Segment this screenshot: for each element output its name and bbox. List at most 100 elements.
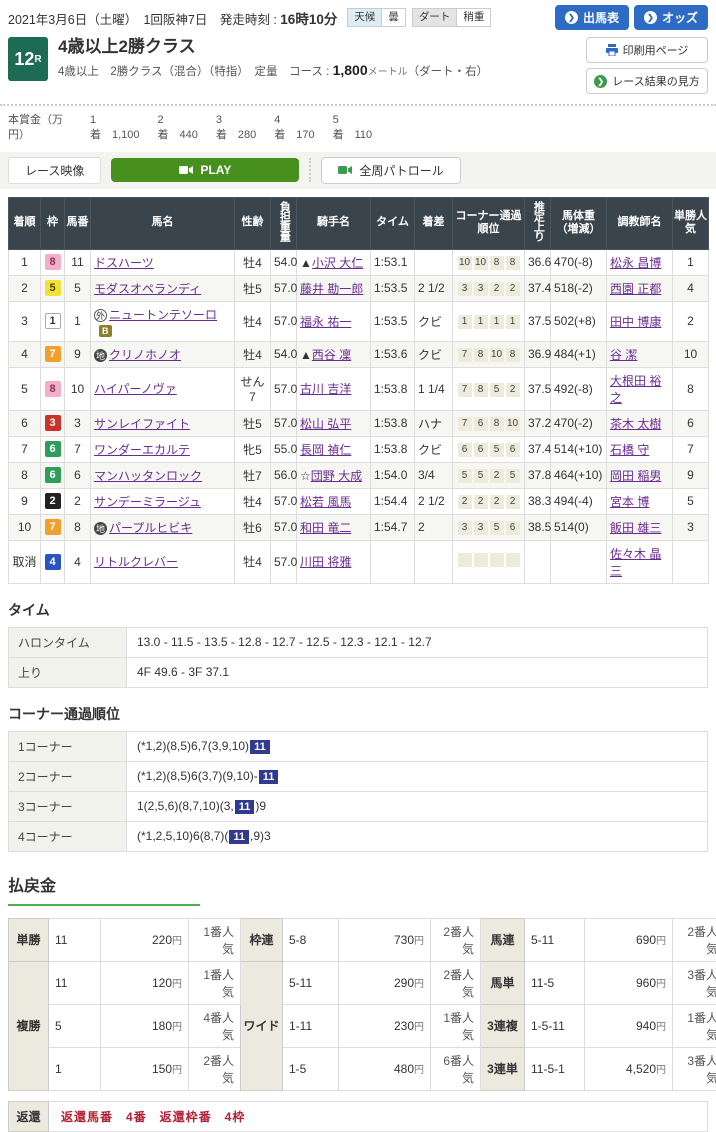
horse-link[interactable]: クリノホノオ xyxy=(109,348,181,362)
track-label: ダート xyxy=(412,8,457,27)
horse-link[interactable]: サンレイファイト xyxy=(94,417,190,431)
result-row: 311外ニュートンテソーロB牡457.0福永 祐一1:53.5クビ111137.… xyxy=(9,301,709,341)
trainer-link[interactable]: 谷 潔 xyxy=(610,348,637,362)
trainer-link[interactable]: 西園 正都 xyxy=(610,282,661,296)
jockey-link[interactable]: 西谷 凜 xyxy=(312,348,351,362)
corner-order-table: 1コーナー (*1,2)(8,5)6,7(3,9,10)11 2コーナー (*1… xyxy=(8,731,708,852)
corner-pass-badge: 2 xyxy=(490,282,504,296)
corner-orders: 101088 xyxy=(453,249,525,275)
horse-link[interactable]: ドスハーツ xyxy=(94,256,154,270)
jockey-link[interactable]: 長岡 禎仁 xyxy=(300,443,351,457)
winner-number-badge: 11 xyxy=(259,770,279,784)
corner-pass-badge: 10 xyxy=(458,256,472,270)
jockey-link[interactable]: 藤井 勘一郎 xyxy=(300,282,363,296)
payout-amount: 230円 xyxy=(339,1004,431,1047)
trainer-cell: 谷 潔 xyxy=(607,341,673,367)
last-3f: 36.6 xyxy=(525,249,551,275)
corner-order-value: (*1,2,5,10)6(8,7)(11,9)3 xyxy=(127,821,708,851)
margin: クビ xyxy=(415,341,453,367)
finish-time: 1:53.8 xyxy=(371,410,415,436)
trainer-cell: 松永 昌博 xyxy=(607,249,673,275)
frame-cell: 6 xyxy=(41,436,65,462)
horse-number: 7 xyxy=(65,436,91,462)
payout-popularity: 3番人気 xyxy=(673,961,716,1004)
horse-link[interactable]: マンハッタンロック xyxy=(94,469,202,483)
corner-orders: 1111 xyxy=(453,301,525,341)
finish-time: 1:53.5 xyxy=(371,275,415,301)
result-row: 922サンデーミラージュ牡457.0松若 風馬1:54.42 1/2222238… xyxy=(9,488,709,514)
trainer-cell: 西園 正都 xyxy=(607,275,673,301)
yen-unit: 円 xyxy=(656,979,666,990)
frame-badge: 4 xyxy=(45,554,61,570)
frame-badge: 1 xyxy=(45,313,61,329)
corner-order-value: (*1,2)(8,5)6(3,7)(9,10)-11 xyxy=(127,761,708,791)
corner-orders: 78108 xyxy=(453,341,525,367)
jockey-link[interactable]: 福永 祐一 xyxy=(300,315,351,329)
corner-pass-badge: 1 xyxy=(506,315,520,329)
jockey-link[interactable]: 松若 風馬 xyxy=(300,495,351,509)
race-header: 12R 4歳以上2勝クラス 4歳以上 2勝クラス（混合）（特指） 定量 コース … xyxy=(0,33,716,106)
payout-popularity: 2番人気 xyxy=(431,918,481,961)
col-frame: 枠 xyxy=(41,197,65,249)
col-trainer: 調教師名 xyxy=(607,197,673,249)
corner-pass-badge: 10 xyxy=(490,348,504,362)
horse-name-cell: ワンダーエカルテ xyxy=(91,436,235,462)
horse-link[interactable]: ハイパーノヴァ xyxy=(94,382,177,396)
body-weight: 502(+8) xyxy=(551,301,607,341)
sex-age: 牡4 xyxy=(235,540,271,583)
corner-pass-badge: 6 xyxy=(506,443,520,457)
play-button[interactable]: PLAY xyxy=(111,158,299,182)
refund-details: 返還馬番 4番 返還枠番 4枠 xyxy=(49,1101,708,1131)
jockey-link[interactable]: 古川 吉洋 xyxy=(300,382,351,396)
corner-orders: 2222 xyxy=(453,488,525,514)
horse-link[interactable]: ワンダーエカルテ xyxy=(94,443,190,457)
corner-pass-badge: 6 xyxy=(474,443,488,457)
entries-button[interactable]: ❯出馬表 xyxy=(555,5,629,30)
margin: 3/4 xyxy=(415,462,453,488)
trainer-link[interactable]: 宮本 博 xyxy=(610,495,649,509)
race-number-badge: 12R xyxy=(8,37,48,81)
trainer-link[interactable]: 大根田 裕之 xyxy=(610,374,661,405)
trainer-link[interactable]: 茶木 太樹 xyxy=(610,417,661,431)
horse-link[interactable]: リトルクレバー xyxy=(94,555,178,569)
jockey-link[interactable]: 川田 将雅 xyxy=(300,555,351,569)
horse-link[interactable]: パープルヒビキ xyxy=(109,521,192,535)
odds-button[interactable]: ❯オッズ xyxy=(634,5,708,30)
sex-age: 牡7 xyxy=(235,462,271,488)
corner-pass-badge: 7 xyxy=(458,383,472,397)
horse-link[interactable]: ニュートンテソーロ xyxy=(109,308,217,322)
print-page-button[interactable]: 印刷用ページ xyxy=(586,37,708,63)
trainer-link[interactable]: 佐々木 晶三 xyxy=(610,547,661,578)
body-weight: 518(-2) xyxy=(551,275,607,301)
body-weight: 470(-2) xyxy=(551,410,607,436)
horse-name-cell: 外ニュートンテソーロB xyxy=(91,301,235,341)
trainer-link[interactable]: 岡田 稲男 xyxy=(610,469,661,483)
corner-pass-badge: 1 xyxy=(474,315,488,329)
finish-position: 3 xyxy=(9,301,41,341)
horse-link[interactable]: サンデーミラージュ xyxy=(94,495,201,509)
corner-label: 4コーナー xyxy=(9,821,127,851)
trainer-link[interactable]: 松永 昌博 xyxy=(610,256,661,270)
jockey-link[interactable]: 松山 弘平 xyxy=(300,417,351,431)
patrol-video-button[interactable]: 全周パトロール xyxy=(321,157,460,184)
trainer-link[interactable]: 田中 博康 xyxy=(610,315,661,329)
prize-item: 1着 1,100 xyxy=(90,113,140,144)
condition-badges: 天候曇 ダート稍重 xyxy=(347,8,491,27)
top-bar: 2021年3月6日（土曜） 1回阪神7日 発走時刻 : 16時10分 天候曇 ダ… xyxy=(0,0,716,33)
trainer-link[interactable]: 飯田 雄三 xyxy=(610,521,661,535)
result-row: 取消44リトルクレバー牡457.0川田 将雅佐々木 晶三 xyxy=(9,540,709,583)
horse-link[interactable]: モダスオペランディ xyxy=(94,282,201,296)
trainer-link[interactable]: 石橋 守 xyxy=(610,443,649,457)
payout-combination: 11-5-1 xyxy=(525,1047,585,1090)
body-weight xyxy=(551,540,607,583)
jockey-link[interactable]: 小沢 大仁 xyxy=(312,256,363,270)
horse-number: 9 xyxy=(65,341,91,367)
results-guide-button[interactable]: ❯レース結果の見方 xyxy=(586,68,708,94)
corner-pass-badge: 8 xyxy=(506,348,520,362)
race-results-table: 着順 枠 馬番 馬名 性齢 負担重量 騎手名 タイム 着差 コーナー通過順位 推… xyxy=(8,197,709,584)
finish-time xyxy=(371,540,415,583)
horse-mark: 地 xyxy=(94,522,107,535)
yen-unit: 円 xyxy=(172,936,182,947)
jockey-link[interactable]: 団野 大成 xyxy=(311,469,362,483)
jockey-link[interactable]: 和田 竜二 xyxy=(300,521,351,535)
